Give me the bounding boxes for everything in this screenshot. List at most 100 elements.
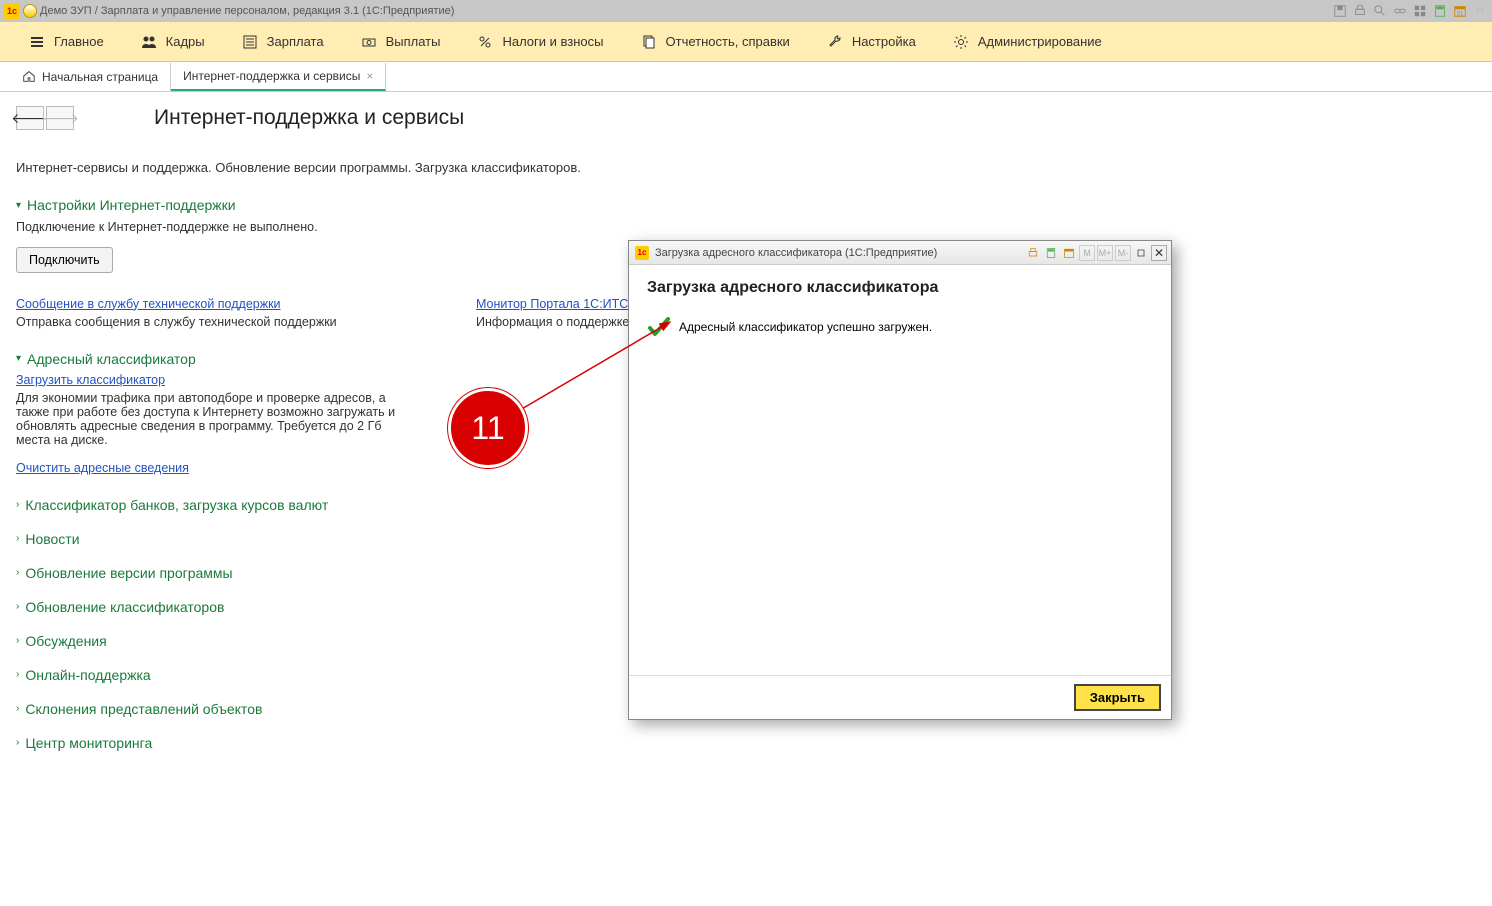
menu-label: Отчетность, справки: [666, 34, 790, 49]
classifier-description: Для экономии трафика при автоподборе и п…: [16, 391, 416, 447]
section-title: Настройки Интернет-поддержки: [27, 197, 236, 213]
section-title: Адресный классификатор: [27, 351, 196, 367]
dialog-body: Загрузка адресного классификатора Адресн…: [629, 265, 1171, 675]
section-title: Обновление классификаторов: [25, 599, 224, 615]
calendar-icon[interactable]: 31: [1452, 3, 1468, 19]
percent-icon: [476, 33, 494, 51]
search-icon[interactable]: [1372, 3, 1388, 19]
tab-home-label: Начальная страница: [42, 70, 158, 84]
checkmark-success-icon: [647, 315, 671, 339]
tab-active-label: Интернет-поддержка и сервисы: [183, 69, 360, 83]
wrench-icon: [826, 33, 844, 51]
tab-bar: Начальная страница Интернет-поддержка и …: [0, 62, 1492, 92]
page-description: Интернет-сервисы и поддержка. Обновление…: [16, 160, 1476, 175]
memory-m-icon[interactable]: M: [1079, 245, 1095, 261]
dropdown-round-icon[interactable]: [22, 3, 38, 19]
window-titlebar: 1c Демо ЗУП / Зарплата и управление перс…: [0, 0, 1492, 22]
people-icon: [140, 33, 158, 51]
titlebar-right-icons: 31 M: [1332, 0, 1488, 22]
dialog-minimize-icon[interactable]: [1133, 245, 1149, 261]
chevron-right-icon: ›: [16, 737, 19, 748]
menu-label: Настройка: [852, 34, 916, 49]
hamburger-icon: [28, 33, 46, 51]
memory-mminus-icon[interactable]: M-: [1115, 245, 1131, 261]
menu-label: Администрирование: [978, 34, 1102, 49]
its-monitor-link[interactable]: Монитор Портала 1С:ИТС: [476, 297, 628, 311]
section-title: Центр мониторинга: [25, 735, 152, 751]
section-title: Новости: [25, 531, 79, 547]
dialog-calendar-icon[interactable]: [1061, 245, 1077, 261]
chevron-down-icon: ▾: [16, 353, 21, 364]
section-title: Склонения представлений объектов: [25, 701, 262, 717]
load-classifier-link[interactable]: Загрузить классификатор: [16, 373, 165, 387]
nav-back-button[interactable]: 🡐: [16, 106, 44, 130]
menu-label: Кадры: [166, 34, 205, 49]
print-icon[interactable]: [1352, 3, 1368, 19]
docs-icon: [640, 33, 658, 51]
chevron-right-icon: ›: [16, 499, 19, 510]
dialog-footer: Закрыть: [629, 675, 1171, 719]
app-1c-icon: 1c: [635, 246, 649, 260]
save-icon[interactable]: [1332, 3, 1348, 19]
app-1c-icon: 1c: [4, 3, 20, 19]
link-icon[interactable]: [1392, 3, 1408, 19]
dialog-calc-icon[interactable]: [1043, 245, 1059, 261]
section-title: Обсуждения: [25, 633, 106, 649]
section-head-support[interactable]: ▾ Настройки Интернет-поддержки: [16, 197, 1476, 213]
dialog-message: Адресный классификатор успешно загружен.: [679, 320, 932, 334]
main-toolbar: Главное Кадры Зарплата Выплаты Налоги и …: [0, 22, 1492, 62]
chevron-right-icon: ›: [16, 601, 19, 612]
close-tab-icon[interactable]: ×: [366, 69, 373, 83]
menu-item-settings[interactable]: Настройка: [808, 22, 934, 62]
dialog-close-icon[interactable]: ✕: [1151, 245, 1167, 261]
page-title: Интернет-поддержка и сервисы: [154, 106, 464, 130]
clear-address-data-link[interactable]: Очистить адресные сведения: [16, 461, 189, 475]
tech-support-link[interactable]: Сообщение в службу технической поддержки: [16, 297, 281, 311]
dialog-print-icon[interactable]: [1025, 245, 1041, 261]
dialog-load-classifier: 1c Загрузка адресного классификатора (1С…: [628, 240, 1172, 720]
menu-item-main[interactable]: Главное: [10, 22, 122, 62]
nav-buttons: 🡐 🡒: [16, 106, 74, 130]
tab-home[interactable]: Начальная страница: [10, 63, 171, 91]
tech-support-desc: Отправка сообщения в службу технической …: [16, 315, 436, 329]
chevron-right-icon: ›: [16, 669, 19, 680]
grid-icon[interactable]: [1412, 3, 1428, 19]
dialog-heading: Загрузка адресного классификатора: [647, 279, 1153, 297]
chevron-right-icon: ›: [16, 567, 19, 578]
dialog-close-button[interactable]: Закрыть: [1074, 684, 1161, 711]
menu-label: Главное: [54, 34, 104, 49]
list-icon: [241, 33, 259, 51]
section-monitoring[interactable]: › Центр мониторинга: [16, 735, 1476, 751]
menu-item-payments[interactable]: Выплаты: [342, 22, 459, 62]
connect-button[interactable]: Подключить: [16, 247, 113, 273]
tab-internet-support[interactable]: Интернет-поддержка и сервисы ×: [171, 63, 386, 91]
gear-icon: [952, 33, 970, 51]
chevron-right-icon: ›: [16, 635, 19, 646]
nav-forward-button[interactable]: 🡒: [46, 106, 74, 130]
menu-item-salary[interactable]: Зарплата: [223, 22, 342, 62]
menu-label: Выплаты: [386, 34, 441, 49]
m-label-icon: M: [1472, 3, 1488, 19]
svg-text:31: 31: [1457, 10, 1464, 17]
menu-item-personnel[interactable]: Кадры: [122, 22, 223, 62]
menu-label: Зарплата: [267, 34, 324, 49]
memory-mplus-icon[interactable]: M+: [1097, 245, 1113, 261]
menu-item-admin[interactable]: Администрирование: [934, 22, 1120, 62]
chevron-right-icon: ›: [16, 703, 19, 714]
home-icon: [22, 69, 36, 86]
menu-item-taxes[interactable]: Налоги и взносы: [458, 22, 621, 62]
annotation-step-number: 11: [448, 388, 528, 468]
section-title: Обновление версии программы: [25, 565, 232, 581]
menu-item-reports[interactable]: Отчетность, справки: [622, 22, 808, 62]
money-icon: [360, 33, 378, 51]
dialog-titlebar[interactable]: 1c Загрузка адресного классификатора (1С…: [629, 241, 1171, 265]
window-title: Демо ЗУП / Зарплата и управление персона…: [40, 5, 454, 17]
dialog-titlebar-text: Загрузка адресного классификатора (1С:Пр…: [655, 247, 937, 259]
calc-icon[interactable]: [1432, 3, 1448, 19]
menu-label: Налоги и взносы: [502, 34, 603, 49]
section-title: Онлайн-поддержка: [25, 667, 150, 683]
chevron-down-icon: ▾: [16, 200, 21, 211]
section-title: Классификатор банков, загрузка курсов ва…: [25, 497, 328, 513]
chevron-right-icon: ›: [16, 533, 19, 544]
support-status: Подключение к Интернет-поддержке не выпо…: [16, 219, 1476, 237]
